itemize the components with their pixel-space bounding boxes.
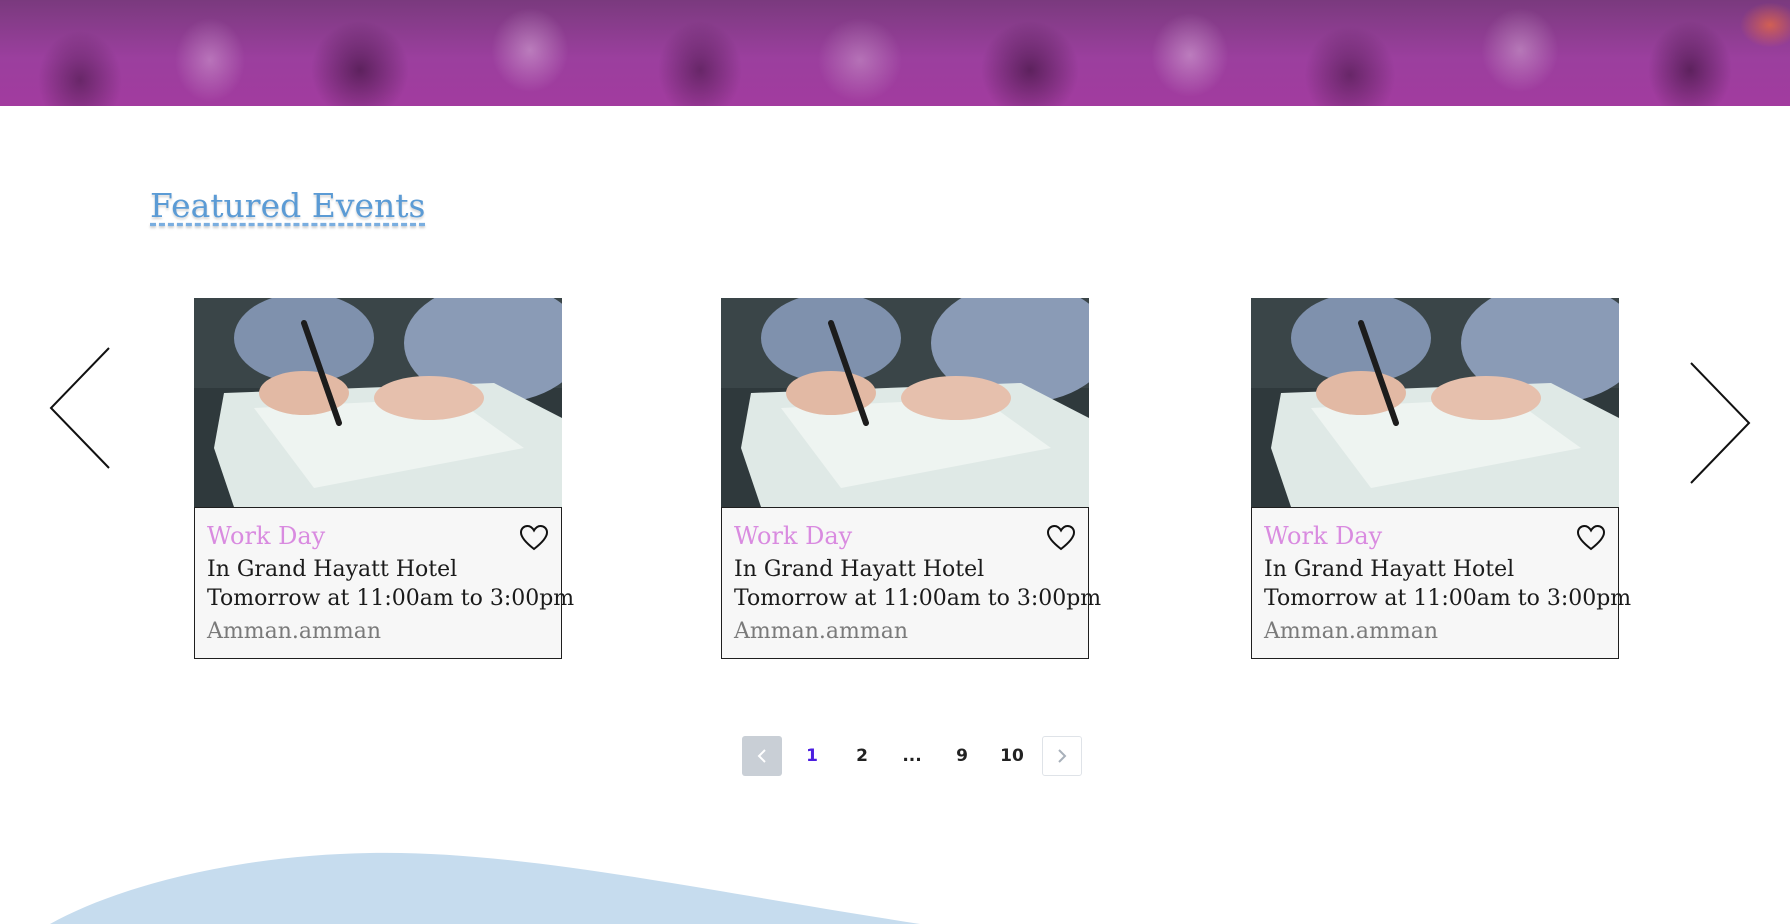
event-venue: In Grand Hayatt Hotel	[1264, 557, 1515, 582]
page: Featured Events Work Day In Grand Hayatt…	[0, 0, 1790, 924]
event-image	[194, 298, 562, 507]
pagination-prev-button[interactable]	[742, 736, 782, 776]
event-time: Tomorrow at 11:00am to 3:00pm	[734, 586, 1102, 611]
chevron-left-icon	[49, 347, 110, 469]
event-card[interactable]: Work Day In Grand Hayatt Hotel Tomorrow …	[194, 298, 574, 659]
favorite-button[interactable]	[1576, 524, 1606, 552]
event-card-body: Work Day In Grand Hayatt Hotel Tomorrow …	[721, 507, 1101, 659]
event-location: Amman.amman	[207, 619, 382, 644]
pagination: 1 2 ... 9 10	[742, 736, 1082, 776]
hero-banner-image	[0, 0, 1790, 106]
favorite-button[interactable]	[519, 524, 549, 552]
page-button-1[interactable]: 1	[792, 736, 832, 776]
event-title[interactable]: Work Day	[207, 522, 325, 550]
section-title: Featured Events	[150, 186, 426, 225]
event-time: Tomorrow at 11:00am to 3:00pm	[207, 586, 575, 611]
event-venue: In Grand Hayatt Hotel	[734, 557, 985, 582]
carousel-prev-button[interactable]	[45, 340, 115, 480]
page-button-2[interactable]: 2	[842, 736, 882, 776]
hero-accent	[1720, 0, 1790, 60]
event-image	[1251, 298, 1619, 507]
event-location: Amman.amman	[734, 619, 909, 644]
decorative-wave	[0, 830, 1790, 924]
event-venue: In Grand Hayatt Hotel	[207, 557, 458, 582]
event-card-body: Work Day In Grand Hayatt Hotel Tomorrow …	[194, 507, 574, 659]
heart-icon	[519, 524, 549, 551]
carousel-next-button[interactable]	[1685, 355, 1755, 495]
event-title[interactable]: Work Day	[1264, 522, 1382, 550]
page-button-10[interactable]: 10	[992, 736, 1032, 776]
event-image	[721, 298, 1089, 507]
pagination-next-button[interactable]	[1042, 736, 1082, 776]
event-card[interactable]: Work Day In Grand Hayatt Hotel Tomorrow …	[721, 298, 1101, 659]
heart-icon	[1576, 524, 1606, 551]
heart-icon	[1046, 524, 1076, 551]
event-card[interactable]: Work Day In Grand Hayatt Hotel Tomorrow …	[1251, 298, 1631, 659]
chevron-left-icon	[757, 749, 766, 763]
chevron-right-icon	[1058, 749, 1067, 763]
event-time: Tomorrow at 11:00am to 3:00pm	[1264, 586, 1632, 611]
event-card-body: Work Day In Grand Hayatt Hotel Tomorrow …	[1251, 507, 1631, 659]
event-location: Amman.amman	[1264, 619, 1439, 644]
page-button-9[interactable]: 9	[942, 736, 982, 776]
chevron-right-icon	[1690, 362, 1751, 484]
page-ellipsis: ...	[902, 746, 922, 766]
event-title[interactable]: Work Day	[734, 522, 852, 550]
favorite-button[interactable]	[1046, 524, 1076, 552]
